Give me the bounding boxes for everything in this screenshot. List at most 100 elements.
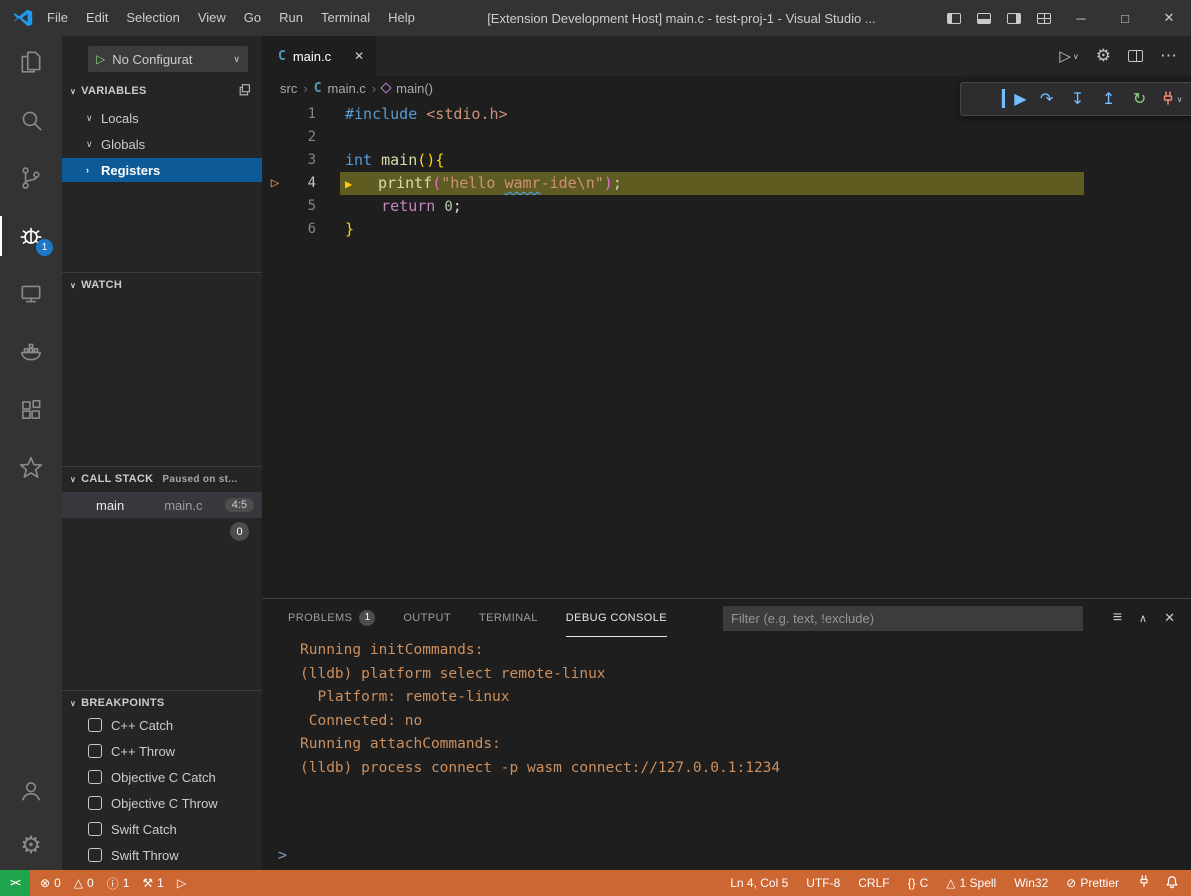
step-out-button[interactable]: ↥ xyxy=(1098,86,1120,112)
copy-value-icon[interactable] xyxy=(238,83,252,100)
breakpoint-gutter[interactable] xyxy=(262,126,288,149)
plug-icon[interactable] xyxy=(1137,875,1151,892)
breakpoint-checkbox[interactable] xyxy=(88,718,102,732)
panel-tab-debug-console[interactable]: DEBUG CONSOLE xyxy=(566,600,667,637)
gear-icon[interactable]: ⚙ xyxy=(1096,46,1111,66)
status-errors[interactable]: ⊗0 xyxy=(40,876,61,890)
code-line[interactable]: 6} xyxy=(262,218,1191,241)
customize-layout-icon[interactable] xyxy=(1029,0,1059,36)
status-infos[interactable]: ⓘ1 xyxy=(107,875,130,892)
close-tab-icon[interactable]: ✕ xyxy=(354,49,364,63)
toggle-sidebar-icon[interactable] xyxy=(939,0,969,36)
restart-button[interactable]: ↻ xyxy=(1129,86,1151,112)
code-text[interactable]: #include <stdio.h> xyxy=(340,103,508,126)
activity-item-source-control[interactable] xyxy=(0,165,62,191)
activity-item-run-and-debug[interactable]: 1 xyxy=(0,223,62,249)
status-debug-start[interactable]: ▷ xyxy=(177,876,186,890)
status-cursor-position[interactable]: Ln 4, Col 5 xyxy=(730,876,788,890)
code-line[interactable]: 2 xyxy=(262,126,1191,149)
variables-item-locals[interactable]: ∨ Locals xyxy=(62,106,262,130)
status-formatter[interactable]: ⊘Prettier xyxy=(1066,876,1119,890)
panel-tab-output[interactable]: OUTPUT xyxy=(403,600,451,637)
breakpoint-item[interactable]: Objective C Throw xyxy=(62,790,262,816)
more-actions-icon[interactable]: ⋯ xyxy=(1160,46,1177,66)
toggle-secondary-sidebar-icon[interactable] xyxy=(999,0,1029,36)
code-text[interactable] xyxy=(340,126,345,149)
split-editor-icon[interactable] xyxy=(1128,50,1143,62)
step-over-button[interactable]: ↷ xyxy=(1036,86,1058,112)
breakpoint-item[interactable]: Swift Throw xyxy=(62,842,262,868)
disconnect-button[interactable]: ∨ xyxy=(1160,86,1183,112)
menu-file[interactable]: File xyxy=(38,0,77,36)
activity-item-search[interactable] xyxy=(0,107,62,133)
status-language-mode[interactable]: {}C xyxy=(908,876,929,890)
variables-section-header[interactable]: ∨ VARIABLES xyxy=(62,80,262,102)
breadcrumb-symbol[interactable]: main() xyxy=(396,81,433,96)
debug-console-output[interactable]: Running initCommands:(lldb) platform sel… xyxy=(262,639,1191,840)
close-panel-icon[interactable]: ✕ xyxy=(1164,610,1175,626)
maximize-button[interactable]: □ xyxy=(1103,0,1147,36)
code-line[interactable]: 5 return 0; xyxy=(262,195,1191,218)
breakpoint-checkbox[interactable] xyxy=(88,770,102,784)
breakpoint-checkbox[interactable] xyxy=(88,796,102,810)
breakpoint-item[interactable]: C++ Throw xyxy=(62,738,262,764)
debug-config-dropdown[interactable]: ▷ No Configurat ∨ xyxy=(88,46,248,72)
breakpoint-gutter[interactable] xyxy=(262,195,288,218)
minimize-button[interactable]: ─ xyxy=(1059,0,1103,36)
activity-item-accounts[interactable] xyxy=(0,778,62,804)
status-eol[interactable]: CRLF xyxy=(858,876,889,890)
toggle-panel-icon[interactable] xyxy=(969,0,999,36)
debug-current-line-margin-arrow-icon[interactable]: ▷ xyxy=(262,172,288,195)
breakpoint-gutter[interactable] xyxy=(262,218,288,241)
panel-menu-icon[interactable]: ≡ xyxy=(1113,609,1122,627)
code-line[interactable]: ▷4▶printf("hello wamr-ide\n"); xyxy=(262,172,1191,195)
watch-section-header[interactable]: ∨ WATCH xyxy=(62,274,262,296)
breakpoint-gutter[interactable] xyxy=(262,149,288,172)
breakpoint-item[interactable]: C++ Catch xyxy=(62,712,262,738)
breakpoint-item[interactable]: Objective C Catch xyxy=(62,764,262,790)
activity-item-favorites[interactable] xyxy=(0,455,62,481)
activity-item-extensions[interactable] xyxy=(0,397,62,423)
continue-button[interactable]: ▎▶ xyxy=(1002,86,1027,112)
run-or-debug-icon[interactable]: ▷∨ xyxy=(1059,47,1078,65)
menu-run[interactable]: Run xyxy=(270,0,312,36)
breakpoint-checkbox[interactable] xyxy=(88,848,102,862)
menu-terminal[interactable]: Terminal xyxy=(312,0,379,36)
tab-main-c[interactable]: C main.c ✕ xyxy=(262,36,376,76)
start-debugging-icon[interactable]: ▷ xyxy=(96,52,105,66)
breakpoint-item[interactable]: Swift Catch xyxy=(62,816,262,842)
menu-help[interactable]: Help xyxy=(379,0,424,36)
status-platform[interactable]: Win32 xyxy=(1014,876,1048,890)
console-prompt-icon[interactable]: > xyxy=(278,846,287,864)
menu-edit[interactable]: Edit xyxy=(77,0,117,36)
menu-go[interactable]: Go xyxy=(235,0,270,36)
breakpoint-checkbox[interactable] xyxy=(88,822,102,836)
step-into-button[interactable]: ↧ xyxy=(1067,86,1089,112)
menu-view[interactable]: View xyxy=(189,0,235,36)
panel-tab-terminal[interactable]: TERMINAL xyxy=(479,600,538,637)
close-button[interactable]: ✕ xyxy=(1147,0,1191,36)
maximize-panel-icon[interactable]: ∧ xyxy=(1139,612,1147,625)
panel-tab-problems[interactable]: PROBLEMS1 xyxy=(288,600,375,637)
variables-item-globals[interactable]: ∨ Globals xyxy=(62,132,262,156)
breakpoints-section-header[interactable]: ∨ BREAKPOINTS xyxy=(62,692,262,714)
breakpoint-checkbox[interactable] xyxy=(88,744,102,758)
callstack-frame-row[interactable]: main main.c 4:5 xyxy=(62,492,262,518)
activity-item-docker[interactable] xyxy=(0,339,62,365)
code-text[interactable]: } xyxy=(340,218,354,241)
drag-grip-icon[interactable] xyxy=(971,86,993,112)
menu-selection[interactable]: Selection xyxy=(117,0,188,36)
breadcrumb-src[interactable]: src xyxy=(280,81,297,96)
status-spell-warnings[interactable]: △1 Spell xyxy=(946,876,996,890)
status-tools[interactable]: ⚒1 xyxy=(142,876,163,890)
breakpoint-gutter[interactable] xyxy=(262,103,288,126)
console-filter-input[interactable] xyxy=(723,606,1083,631)
breadcrumb-file[interactable]: main.c xyxy=(328,81,366,96)
remote-indicator[interactable]: >< xyxy=(0,870,30,896)
status-warnings[interactable]: △0 xyxy=(74,876,94,890)
code-line[interactable]: 3int main(){ xyxy=(262,149,1191,172)
code-text[interactable]: ▶printf("hello wamr-ide\n"); xyxy=(340,172,1084,195)
activity-item-explorer[interactable] xyxy=(0,49,62,75)
code-text[interactable]: return 0; xyxy=(340,195,462,218)
activity-item-settings[interactable]: ⚙ xyxy=(0,832,62,858)
